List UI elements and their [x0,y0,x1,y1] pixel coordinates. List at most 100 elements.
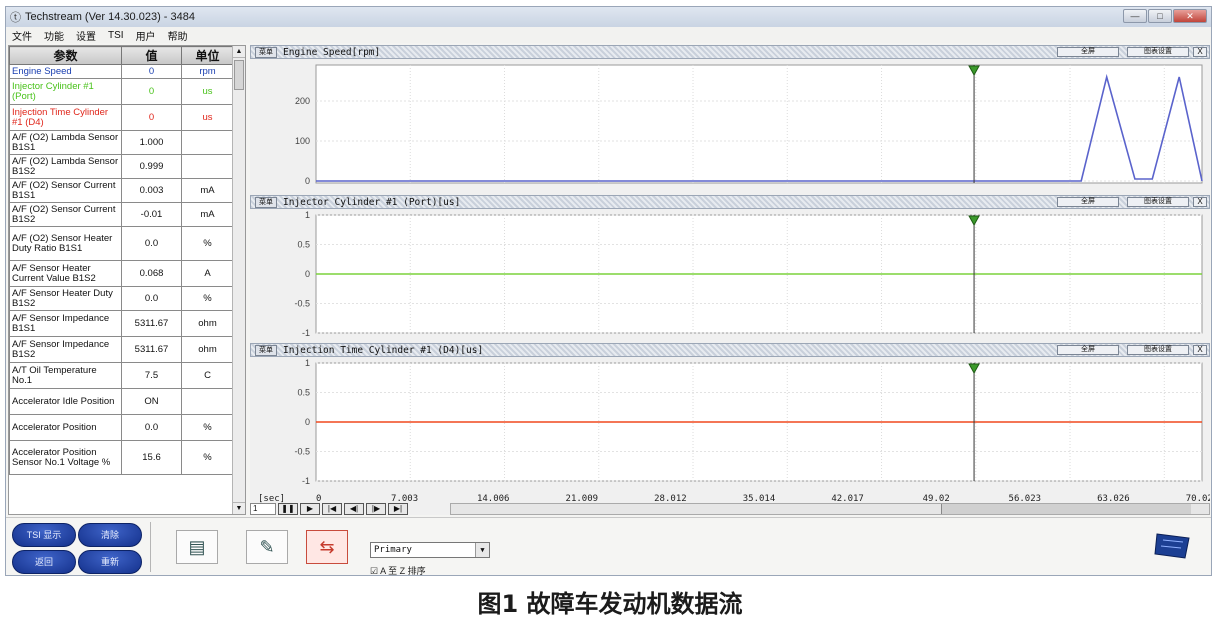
param-value: 0.0 [121,226,182,261]
close-button[interactable]: ✕ [1173,9,1207,23]
graph-injection-time: 菜单 Injection Time Cylinder #1 (D4)[us] 全… [250,343,1210,493]
window-controls: — □ ✕ [1122,9,1207,23]
parameter-row[interactable]: Injector Cylinder #1 (Port) 0 us [9,78,234,105]
col-header-value[interactable]: 值 [121,46,182,65]
time-tick-label: 14.006 [477,494,510,503]
back-button[interactable]: 返回 [12,550,76,574]
bottom-toolbar: TSI 显示 清除 返回 重新 ▤ ✎ ⇆ Primary ▼ ☑ A 至 Z … [6,517,1211,575]
toolbar-divider [150,522,151,572]
param-name: A/F Sensor Heater Current Value B1S2 [9,260,122,287]
time-scroll-thumb[interactable] [941,504,1191,514]
parameter-scrollbar[interactable]: ▲ ▼ [232,46,245,514]
plot-background [315,64,1203,184]
param-unit: us [181,104,234,131]
graph-menu-button[interactable]: 菜单 [255,196,277,208]
parameter-row[interactable]: Injection Time Cylinder #1 (D4) 0 us [9,104,234,131]
parameter-row[interactable]: Engine Speed 0 rpm [9,64,234,79]
graph-menu-button[interactable]: 菜单 [255,46,277,58]
clear-button[interactable]: 清除 [78,523,142,547]
maximize-button[interactable]: □ [1148,9,1172,23]
pen-icon: ✎ [259,537,275,557]
time-tick-label: 0 [316,494,321,503]
menu-function[interactable]: 功能 [44,28,64,43]
snapshot-button[interactable]: ✎ [246,530,288,564]
group-select[interactable]: Primary ▼ [370,542,490,558]
y-tick-label: 100 [295,136,310,146]
parameter-row[interactable]: A/F Sensor Impedance B1S2 5311.67 ohm [9,336,234,363]
table-view-button[interactable]: ▤ [176,530,218,564]
parameter-row[interactable]: Accelerator Idle Position ON [9,388,234,415]
graph-close-button[interactable]: X [1193,345,1207,355]
param-unit: rpm [181,64,234,79]
chart-settings-button[interactable]: 图表设置 [1127,197,1189,207]
graph-close-button[interactable]: X [1193,47,1207,57]
playback-controls: 1 ❚❚ ▶ |◀ ◀| |▶ ▶| [250,503,408,515]
param-unit: % [181,286,234,311]
pause-button[interactable]: ❚❚ [278,503,298,515]
fullscreen-button[interactable]: 全屏 [1057,345,1119,355]
menu-tsi[interactable]: TSI [108,30,124,41]
sort-a-z-checkbox[interactable]: ☑ A 至 Z 排序 [370,564,426,575]
param-name: A/F (O2) Lambda Sensor B1S2 [9,154,122,179]
chevron-down-icon[interactable]: ▼ [475,543,489,557]
chart-settings-button[interactable]: 图表设置 [1127,47,1189,57]
col-header-parameter[interactable]: 参数 [9,46,122,65]
title-bar: ⓣ Techstream (Ver 14.30.023) - 3484 — □ … [6,7,1211,27]
scroll-thumb[interactable] [234,60,244,90]
parameter-list-panel: 参数 值 单位 Engine Speed 0 rpm Injector Cylinde… [8,45,246,515]
minimize-button[interactable]: — [1123,9,1147,23]
step-back-button[interactable]: ◀| [344,503,364,515]
param-unit: % [181,226,234,261]
parameter-row[interactable]: Accelerator Position Sensor No.1 Voltage… [9,440,234,475]
fullscreen-button[interactable]: 全屏 [1057,47,1119,57]
flag-icon[interactable] [1153,530,1193,562]
param-unit: ohm [181,310,234,337]
speed-spinner[interactable]: 1 [250,503,276,515]
parameter-row[interactable]: A/T Oil Temperature No.1 7.5 C [9,362,234,389]
graph-view-button[interactable]: ⇆ [306,530,348,564]
parameter-row[interactable]: A/F (O2) Sensor Current B1S1 0.003 mA [9,178,234,203]
y-tick-label: 1 [305,358,310,368]
skip-start-button[interactable]: |◀ [322,503,342,515]
play-button[interactable]: ▶ [300,503,320,515]
skip-end-button[interactable]: ▶| [388,503,408,515]
parameter-row[interactable]: A/F (O2) Lambda Sensor B1S2 0.999 [9,154,234,179]
parameter-table: 参数 值 单位 Engine Speed 0 rpm Injector Cylinde… [9,46,234,475]
graph-close-button[interactable]: X [1193,197,1207,207]
scroll-up-arrow-icon[interactable]: ▲ [233,46,245,58]
param-name: A/F Sensor Impedance B1S1 [9,310,122,337]
param-value: 0.003 [121,178,182,203]
col-header-unit[interactable]: 单位 [181,46,234,65]
chart-settings-button[interactable]: 图表设置 [1127,345,1189,355]
time-unit-label: [sec] [258,494,285,503]
param-name: A/F (O2) Lambda Sensor B1S1 [9,130,122,155]
parameter-row[interactable]: A/F (O2) Sensor Current B1S2 -0.01 mA [9,202,234,227]
parameter-row[interactable]: A/F (O2) Sensor Heater Duty Ratio B1S1 0.… [9,226,234,261]
parameter-row[interactable]: Accelerator Position 0.0% [9,414,234,441]
param-name: Accelerator Position [9,414,122,441]
time-tick-label: 70.029 [1186,494,1210,503]
graph-title: Injection Time Cylinder #1 (D4)[us] [283,344,484,356]
menu-file[interactable]: 文件 [12,28,32,43]
y-tick-label: 0.5 [297,240,310,250]
tsi-display-button[interactable]: TSI 显示 [12,523,76,547]
menu-settings[interactable]: 设置 [76,28,96,43]
parameter-row[interactable]: A/F Sensor Heater Current Value B1S2 0.06… [9,260,234,287]
scroll-down-arrow-icon[interactable]: ▼ [233,502,245,514]
parameter-row[interactable]: A/F (O2) Lambda Sensor B1S1 1.000 [9,130,234,155]
parameter-row[interactable]: A/F Sensor Heater Duty B1S2 0.0% [9,286,234,311]
parameter-row[interactable]: A/F Sensor Impedance B1S1 5311.67 ohm [9,310,234,337]
graph-menu-button[interactable]: 菜单 [255,344,277,356]
menu-help[interactable]: 帮助 [168,28,188,43]
param-name: Injector Cylinder #1 (Port) [9,78,122,105]
param-name: A/F (O2) Sensor Heater Duty Ratio B1S1 [9,226,122,261]
menu-user[interactable]: 用户 [136,28,156,43]
reload-button[interactable]: 重新 [78,550,142,574]
step-forward-button[interactable]: |▶ [366,503,386,515]
parameter-header-row: 参数 值 单位 [9,46,234,65]
time-tick-label: 42.017 [831,494,864,503]
parameter-rows: Engine Speed 0 rpm Injector Cylinder #1 (Po… [9,64,234,475]
time-axis-bar: [sec] 0 7.003 14.006 21.009 28.012 35.014 42.01… [250,491,1210,515]
time-scrollbar[interactable] [450,503,1210,515]
fullscreen-button[interactable]: 全屏 [1057,197,1119,207]
